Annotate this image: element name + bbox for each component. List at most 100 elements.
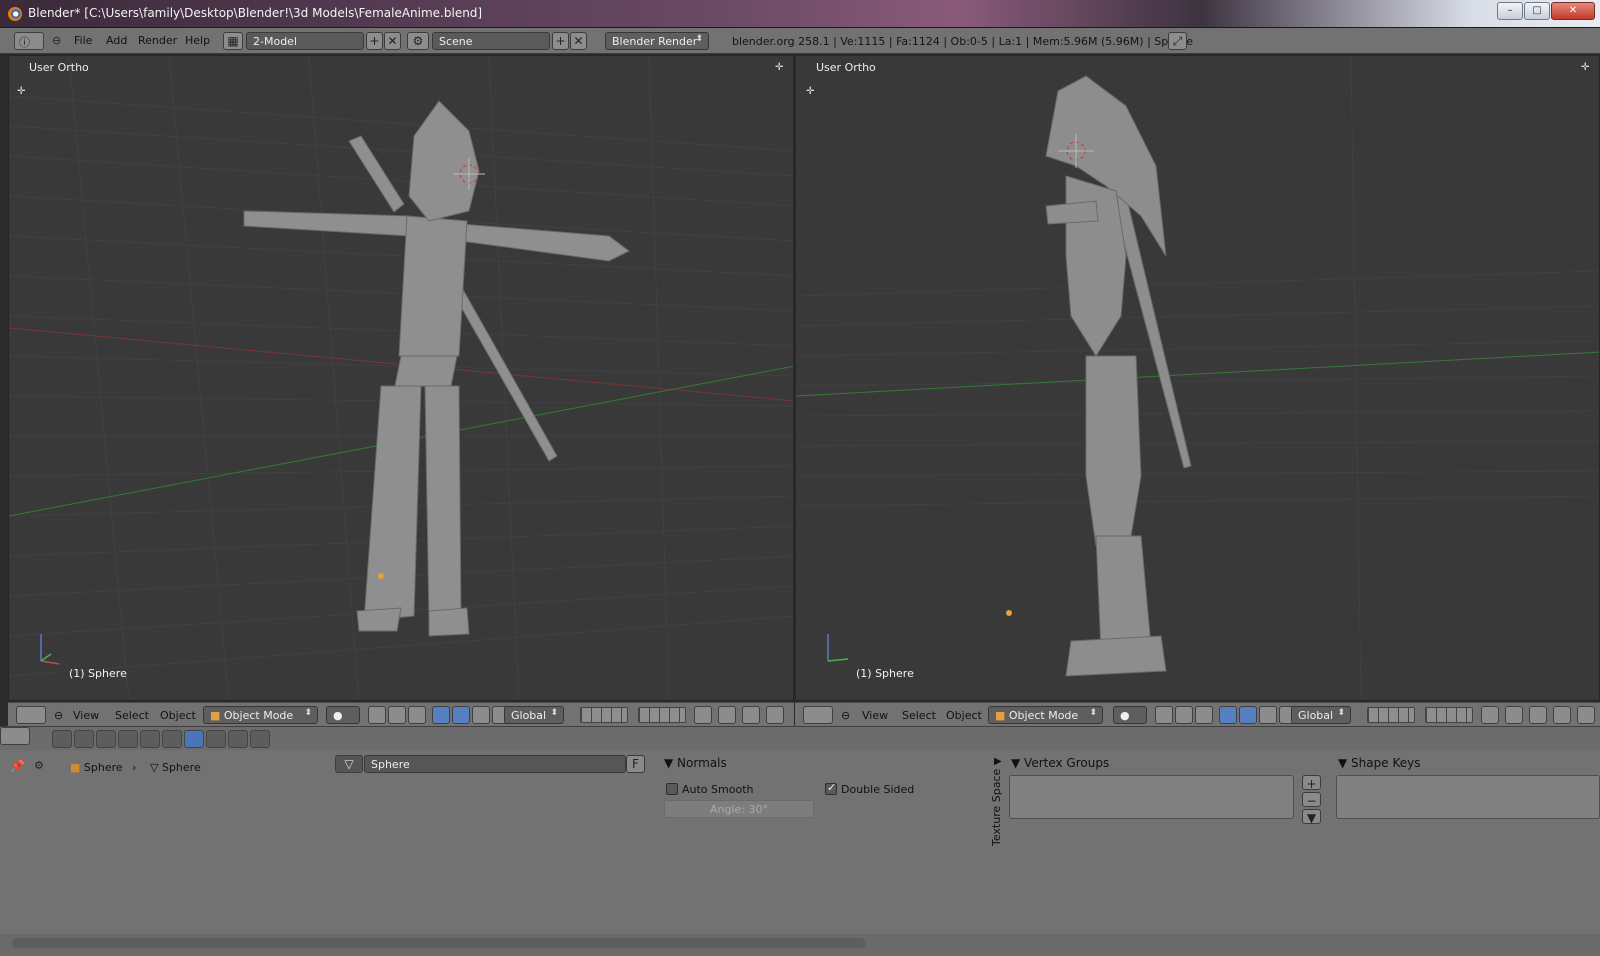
shading-dropdown[interactable]: ● [326,706,360,724]
render-tab-icon[interactable] [52,730,72,748]
rotate-icon[interactable] [1239,706,1257,724]
corner-plus-icon[interactable]: ✛ [1581,63,1589,73]
menu-view[interactable]: View [862,709,888,722]
screen-layout-icon[interactable]: ▦ [223,32,243,50]
layer-buttons[interactable] [1367,707,1415,723]
snap-icon[interactable] [1529,706,1547,724]
minimize-button[interactable]: – [1497,2,1523,20]
breadcrumb-object[interactable]: ■ Sphere [70,761,123,774]
editor-type-button[interactable] [16,706,46,724]
mesh-data-tab-icon[interactable] [184,730,204,748]
mesh-icon[interactable]: ▽ [335,755,363,773]
orientation-label: Global [1298,709,1334,722]
double-sided-checkbox[interactable] [825,781,837,795]
manipulator-icon[interactable] [1195,706,1213,724]
add-screen-button[interactable]: + [366,32,383,50]
menu-object[interactable]: Object [946,709,982,722]
orientation-dropdown[interactable]: Global ⬍ [1291,706,1351,724]
screen-layout-field[interactable]: 2-Model [246,32,364,50]
layer-buttons[interactable] [1425,707,1473,723]
material-tab-icon[interactable] [206,730,226,748]
menu-select[interactable]: Select [902,709,936,722]
down-arrow-icon[interactable]: ▼ [1302,809,1321,825]
pivot-icon[interactable] [368,706,386,724]
plus-icon[interactable]: + [1302,775,1321,791]
mode-dropdown[interactable]: ■ Object Mode ⬍ [203,706,318,724]
add-scene-button[interactable]: + [552,32,569,50]
manipulator-icon[interactable] [408,706,426,724]
snap-target-icon[interactable] [766,706,784,724]
snap-icon[interactable] [742,706,760,724]
menu-select[interactable]: Select [115,709,149,722]
layer-buttons[interactable] [580,707,628,723]
remove-screen-button[interactable]: ✕ [384,32,401,50]
remove-scene-button[interactable]: ✕ [570,32,587,50]
pivot-icon[interactable] [1155,706,1173,724]
horizontal-scrollbar[interactable] [12,938,866,948]
rotate-icon[interactable] [452,706,470,724]
snap-target-icon[interactable] [1553,706,1571,724]
shape-keys-list[interactable] [1336,775,1600,819]
collapse-menu-icon[interactable]: ⊖ [52,34,61,47]
scale-icon[interactable] [1259,706,1277,724]
vertex-groups-list[interactable] [1009,775,1294,819]
scene-icon[interactable]: ⚙ [407,32,429,50]
collapse-menu-icon[interactable]: ⊖ [841,709,850,722]
corner-plus-icon[interactable]: ✛ [775,63,783,73]
object-tab-icon[interactable] [118,730,138,748]
world-tab-icon[interactable] [96,730,116,748]
translate-icon[interactable] [1219,706,1237,724]
menu-file[interactable]: File [74,34,92,47]
translate-icon[interactable] [432,706,450,724]
viewport-left[interactable]: User Ortho ✛ ✛ (1) Sphere [8,55,794,701]
corner-plus-icon[interactable]: ✛ [806,87,814,97]
menu-render[interactable]: Render [138,34,177,47]
mode-dropdown[interactable]: ■ Object Mode ⬍ [988,706,1103,724]
pin-icon[interactable]: 📌 [10,759,25,773]
viewport-right[interactable]: User Ortho ✛ ✛ (1) Sphere [795,55,1600,701]
shape-keys-panel-title[interactable]: ▼ Shape Keys [1338,756,1420,770]
vertex-groups-panel-title[interactable]: ▼ Vertex Groups [1011,756,1109,770]
maximize-button[interactable]: □ [1524,2,1550,20]
proportional-icon[interactable] [1505,706,1523,724]
layer-buttons[interactable] [638,707,686,723]
expand-arrow-icon[interactable]: ▶ [994,756,1002,767]
close-button[interactable]: ✕ [1551,2,1595,20]
info-editor-type-button[interactable]: ⓘ [14,32,44,50]
render-engine-dropdown[interactable]: Blender Render ⬍ [605,32,709,50]
normals-panel-title[interactable]: ▼ Normals [664,756,727,770]
constraints-tab-icon[interactable] [140,730,160,748]
orientation-dropdown[interactable]: Global ⬍ [504,706,564,724]
particles-tab-icon[interactable] [250,730,270,748]
render-icon[interactable] [1481,706,1499,724]
pivot-arrow-icon[interactable] [388,706,406,724]
menu-help[interactable]: Help [185,34,210,47]
corner-plus-icon[interactable]: ✛ [17,87,25,97]
angle-field[interactable]: Angle: 30° [664,800,814,818]
pivot-arrow-icon[interactable] [1175,706,1193,724]
viewport-right-object-label: (1) Sphere [856,667,914,680]
auto-smooth-checkbox[interactable] [666,783,678,795]
scale-icon[interactable] [472,706,490,724]
collapse-menu-icon[interactable]: ⊖ [54,709,63,722]
shading-dropdown[interactable]: ● [1113,706,1147,724]
scene-field[interactable]: Scene [432,32,550,50]
breadcrumb-mesh[interactable]: ▽ Sphere [150,761,201,774]
menu-view[interactable]: View [73,709,99,722]
proportional-icon[interactable] [718,706,736,724]
render-icon[interactable] [694,706,712,724]
editor-type-button[interactable] [0,727,30,745]
fullscreen-icon[interactable]: ⤢ [1168,32,1187,50]
editor-type-button[interactable] [803,706,833,724]
fake-user-button[interactable]: F [626,755,645,773]
texture-space-tab[interactable]: Texture Space [990,769,1003,846]
menu-add[interactable]: Add [106,34,127,47]
texture-tab-icon[interactable] [228,730,248,748]
overflow-icon[interactable] [1577,706,1595,724]
mesh-datablock-field[interactable]: Sphere [364,755,626,773]
info-icon: ⓘ [19,36,30,49]
menu-object[interactable]: Object [160,709,196,722]
modifiers-tab-icon[interactable] [162,730,182,748]
scene-tab-icon[interactable] [74,730,94,748]
minus-icon[interactable]: − [1302,792,1321,808]
